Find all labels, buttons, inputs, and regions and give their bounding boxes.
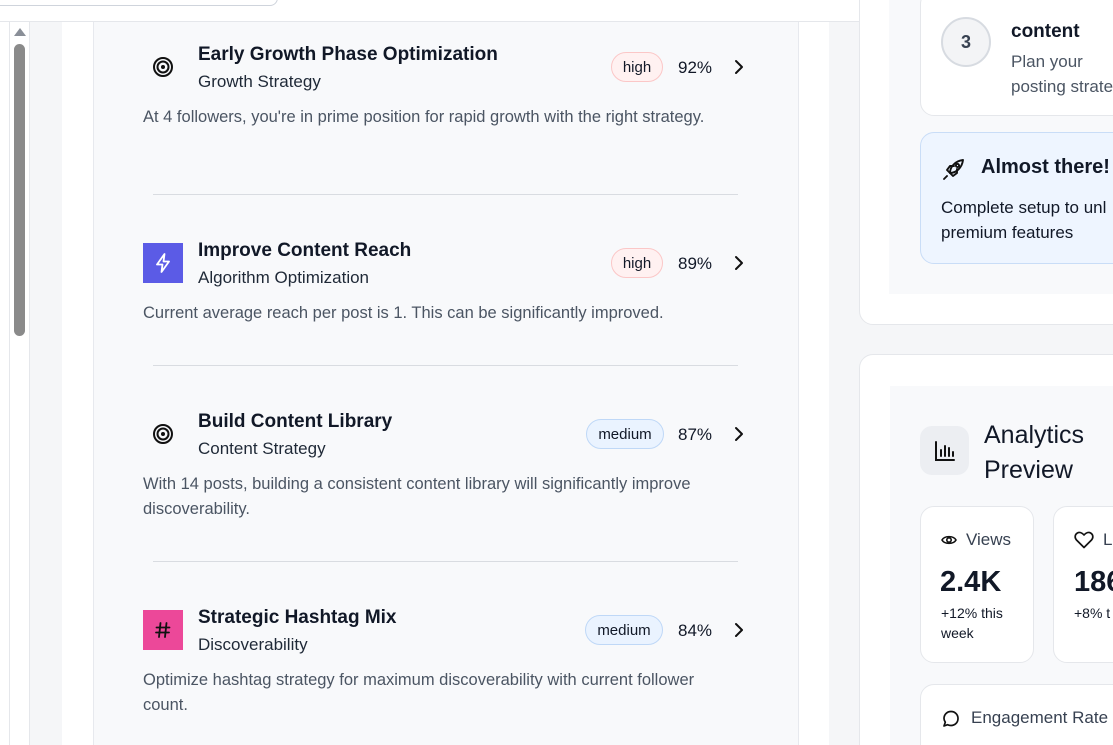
stat-label: Views bbox=[966, 530, 1012, 549]
stat-change: +12% this week bbox=[941, 605, 1003, 641]
bar-chart-icon bbox=[920, 426, 969, 475]
confidence-score: 89% bbox=[678, 254, 713, 273]
target-icon bbox=[143, 414, 183, 454]
stat-value: 186 bbox=[1074, 566, 1113, 598]
engagement-rate-label: Engagement Rate bbox=[971, 708, 1109, 727]
recommendation-description: Optimize hashtag strategy for maximum di… bbox=[143, 671, 695, 714]
almost-there-title: Almost there! bbox=[981, 156, 1110, 178]
recommendation-item[interactable]: Early Growth Phase Optimization Growth S… bbox=[143, 44, 763, 164]
chevron-right-icon[interactable] bbox=[729, 253, 749, 273]
step-description: Plan your posting strate bbox=[1011, 52, 1113, 96]
scrollbar[interactable] bbox=[10, 22, 30, 745]
analytics-title: Analytics Preview bbox=[984, 421, 1085, 484]
step-title: content bbox=[1011, 21, 1080, 42]
recommendation-description: With 14 posts, building a consistent con… bbox=[143, 475, 691, 518]
recommendation-title: Build Content Library bbox=[198, 411, 393, 432]
lightning-icon bbox=[143, 243, 183, 283]
stat-label: L bbox=[1103, 530, 1113, 549]
recommendation-category: Growth Strategy bbox=[198, 72, 321, 91]
recommendation-item[interactable]: Strategic Hashtag Mix Discoverability me… bbox=[143, 607, 763, 727]
divider bbox=[153, 194, 738, 195]
message-circle-icon bbox=[943, 710, 959, 727]
recommendation-category: Content Strategy bbox=[198, 439, 326, 458]
recommendation-title: Improve Content Reach bbox=[198, 240, 412, 261]
priority-badge: high bbox=[611, 248, 663, 278]
step-number: 3 bbox=[941, 17, 991, 67]
recommendation-description: Current average reach per post is 1. Thi… bbox=[143, 304, 664, 322]
left-edge-panel bbox=[0, 22, 10, 745]
recommendation-item[interactable]: Build Content Library Content Strategy m… bbox=[143, 411, 763, 531]
heart-icon bbox=[1074, 531, 1094, 549]
confidence-score: 84% bbox=[678, 621, 713, 640]
recommendation-title: Strategic Hashtag Mix bbox=[198, 607, 397, 628]
recommendation-title: Early Growth Phase Optimization bbox=[198, 44, 498, 65]
priority-badge: high bbox=[611, 52, 663, 82]
hashtag-icon bbox=[143, 610, 183, 650]
confidence-score: 87% bbox=[678, 425, 713, 444]
eye-icon bbox=[941, 535, 957, 545]
scroll-up-arrow-icon[interactable] bbox=[14, 28, 26, 36]
rocket-icon bbox=[943, 159, 964, 180]
stat-change: +8% t week bbox=[1074, 605, 1113, 621]
confidence-score: 92% bbox=[678, 58, 713, 77]
address-bar[interactable] bbox=[0, 0, 278, 6]
divider bbox=[153, 365, 738, 366]
stat-value: 2.4K bbox=[940, 566, 1002, 598]
chevron-right-icon[interactable] bbox=[729, 57, 749, 77]
recommendation-item[interactable]: Improve Content Reach Algorithm Optimiza… bbox=[143, 240, 763, 335]
target-icon bbox=[143, 47, 183, 87]
chevron-right-icon[interactable] bbox=[729, 620, 749, 640]
priority-badge: medium bbox=[585, 615, 663, 645]
priority-badge: medium bbox=[586, 419, 664, 449]
divider bbox=[153, 561, 738, 562]
recommendation-category: Algorithm Optimization bbox=[198, 268, 370, 287]
recommendation-category: Discoverability bbox=[198, 635, 308, 654]
almost-there-description: Complete setup to unl premium features bbox=[941, 198, 1107, 242]
scrollbar-thumb[interactable] bbox=[14, 44, 25, 336]
chevron-right-icon[interactable] bbox=[729, 424, 749, 444]
recommendation-description: At 4 followers, you're in prime position… bbox=[143, 108, 705, 126]
